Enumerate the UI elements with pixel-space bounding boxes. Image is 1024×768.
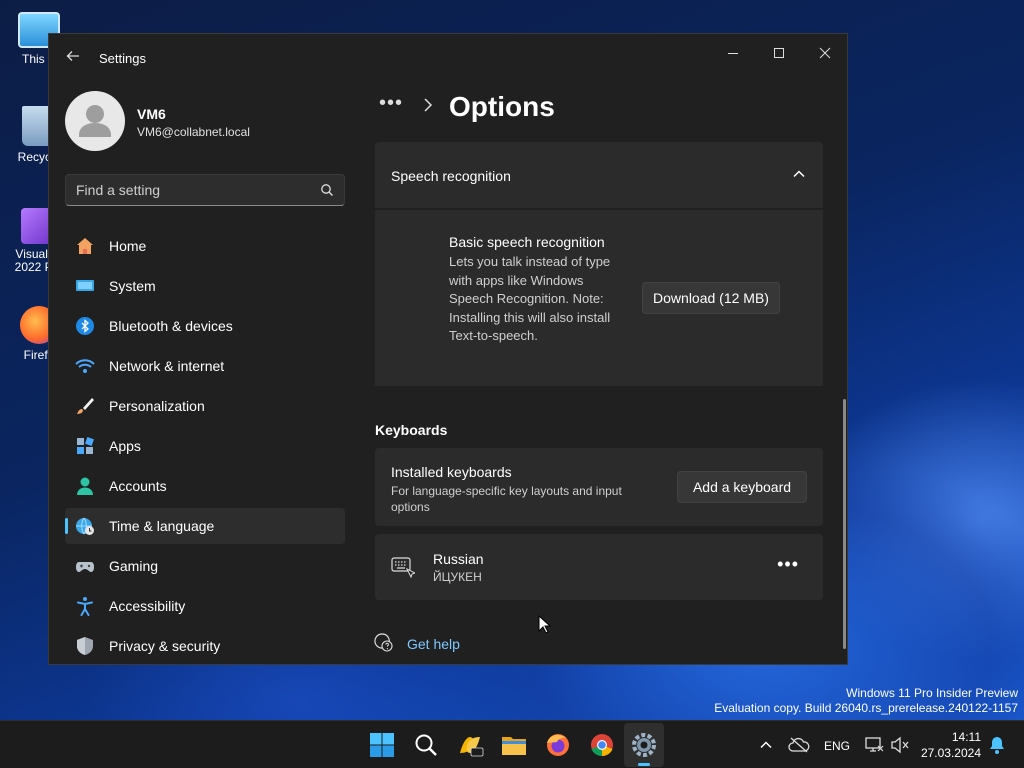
bluetooth-icon bbox=[76, 317, 94, 335]
notification-bell-icon[interactable] bbox=[988, 735, 1006, 755]
add-keyboard-button[interactable]: Add a keyboard bbox=[677, 471, 807, 503]
more-options-button[interactable]: ••• bbox=[777, 554, 799, 575]
sidebar-item-label: Bluetooth & devices bbox=[109, 318, 233, 334]
profile-name: VM6 bbox=[137, 106, 166, 122]
expander-label: Speech recognition bbox=[391, 168, 511, 184]
network-icon[interactable] bbox=[864, 735, 884, 755]
search-input[interactable] bbox=[76, 175, 306, 205]
installed-keyboards-description: For language-specific key layouts and in… bbox=[391, 484, 622, 514]
close-icon bbox=[819, 47, 831, 59]
active-app-indicator bbox=[638, 763, 650, 766]
onedrive-icon[interactable] bbox=[788, 735, 810, 755]
sidebar-item-network[interactable]: Network & internet bbox=[65, 348, 345, 384]
user-avatar-icon bbox=[79, 105, 111, 137]
shield-icon bbox=[77, 637, 93, 655]
sidebar-item-label: Gaming bbox=[109, 558, 159, 574]
chrome-icon[interactable] bbox=[588, 731, 616, 759]
chevron-right-icon bbox=[422, 96, 434, 117]
breadcrumb-more-button[interactable]: ••• bbox=[379, 92, 403, 115]
sidebar-item-label: Privacy & security bbox=[109, 638, 221, 654]
watermark-line: Evaluation copy. Build 26040.rs_prerelea… bbox=[714, 701, 1018, 715]
sidebar-item-bluetooth[interactable]: Bluetooth & devices bbox=[65, 308, 345, 344]
firefox-icon[interactable] bbox=[544, 731, 572, 759]
speech-recognition-expander[interactable]: Speech recognition bbox=[375, 142, 823, 208]
accessibility-icon bbox=[77, 597, 93, 616]
chevron-up-icon[interactable] bbox=[756, 735, 776, 755]
mouse-cursor-icon bbox=[538, 615, 552, 634]
sidebar-item-time-language[interactable]: Time & language bbox=[65, 508, 345, 544]
sidebar-item-system[interactable]: System bbox=[65, 268, 345, 304]
installed-keyboards-title: Installed keyboards bbox=[391, 464, 512, 480]
sidebar-item-label: Network & internet bbox=[109, 358, 225, 374]
apps-icon bbox=[77, 437, 94, 454]
basic-speech-description: Lets you talk instead of type with apps … bbox=[449, 254, 611, 344]
sidebar-item-label: Accessibility bbox=[109, 598, 186, 614]
speech-recognition-content: Basic speech recognition Lets you talk i… bbox=[375, 210, 823, 386]
sidebar-item-label: Personalization bbox=[109, 398, 205, 414]
minimize-button[interactable] bbox=[711, 38, 755, 70]
search-icon[interactable] bbox=[320, 183, 334, 197]
sidebar-item-home[interactable]: Home bbox=[65, 228, 345, 264]
get-help-link[interactable]: Get help bbox=[407, 636, 460, 652]
file-explorer-icon[interactable] bbox=[500, 731, 528, 759]
basic-speech-title: Basic speech recognition bbox=[449, 234, 605, 250]
globe-clock-icon bbox=[76, 517, 94, 535]
minimize-icon bbox=[728, 53, 738, 54]
clock-time[interactable]: 14:11 bbox=[952, 730, 981, 744]
clock-date[interactable]: 27.03.2024 bbox=[921, 746, 981, 760]
sidebar-item-label: Time & language bbox=[109, 518, 215, 534]
sidebar-item-label: Home bbox=[109, 238, 147, 254]
sidebar-item-gaming[interactable]: Gaming bbox=[65, 548, 345, 584]
chevron-up-icon[interactable] bbox=[791, 166, 807, 182]
sidebar-item-label: Accounts bbox=[109, 478, 167, 494]
search-box[interactable] bbox=[65, 174, 345, 206]
taskbar: ENG 14:11 27.03.2024 bbox=[0, 720, 1024, 768]
accounts-icon bbox=[77, 477, 93, 495]
sidebar-item-privacy-security[interactable]: Privacy & security bbox=[65, 628, 345, 664]
installed-keyboards-card: Installed keyboards For language-specifi… bbox=[375, 448, 823, 526]
settings-window: Settings VM6 VM6@collabnet.local Home Sy… bbox=[48, 33, 848, 665]
back-button[interactable] bbox=[63, 48, 83, 68]
keyboard-icon bbox=[391, 557, 415, 578]
sidebar-item-accounts[interactable]: Accounts bbox=[65, 468, 345, 504]
brush-icon bbox=[77, 398, 94, 414]
sidebar-item-accessibility[interactable]: Accessibility bbox=[65, 588, 345, 624]
settings-icon[interactable] bbox=[630, 731, 658, 759]
sidebar-nav: Home System Bluetooth & devices Network … bbox=[65, 228, 345, 664]
sidebar-item-label: Apps bbox=[109, 438, 141, 454]
start-icon[interactable] bbox=[368, 731, 396, 759]
search-icon[interactable] bbox=[412, 731, 440, 759]
back-arrow-icon bbox=[66, 51, 79, 61]
maximize-button[interactable] bbox=[757, 38, 801, 70]
system-icon bbox=[76, 280, 94, 291]
input-language-indicator[interactable]: ENG bbox=[824, 739, 850, 753]
gamepad-icon bbox=[76, 562, 94, 572]
keyboard-layout: ЙЦУКЕН bbox=[433, 570, 482, 584]
watermark-line: Windows 11 Pro Insider Preview bbox=[846, 686, 1018, 700]
scrollbar[interactable] bbox=[843, 399, 846, 649]
title-bar[interactable]: Settings bbox=[49, 34, 847, 82]
app-title: Settings bbox=[99, 51, 146, 66]
avatar[interactable] bbox=[65, 91, 125, 151]
maximize-icon bbox=[774, 48, 784, 58]
help-icon bbox=[374, 633, 393, 652]
copilot-icon[interactable] bbox=[456, 731, 484, 759]
close-button[interactable] bbox=[803, 38, 847, 70]
keyboard-entry-russian: Russian ЙЦУКЕН ••• bbox=[375, 534, 823, 600]
wifi-icon bbox=[75, 359, 95, 373]
profile-email: VM6@collabnet.local bbox=[137, 125, 250, 139]
sidebar-item-label: System bbox=[109, 278, 156, 294]
page-title: Options bbox=[449, 91, 555, 122]
build-watermark: Windows 11 Pro Insider Preview Evaluatio… bbox=[714, 686, 1018, 716]
sidebar-item-personalization[interactable]: Personalization bbox=[65, 388, 345, 424]
keyboards-section-label: Keyboards bbox=[375, 422, 448, 438]
download-button[interactable]: Download (12 MB) bbox=[642, 282, 780, 314]
volume-muted-icon[interactable] bbox=[890, 735, 910, 755]
keyboard-name: Russian bbox=[433, 551, 484, 567]
home-icon bbox=[77, 238, 93, 254]
sidebar-item-apps[interactable]: Apps bbox=[65, 428, 345, 464]
